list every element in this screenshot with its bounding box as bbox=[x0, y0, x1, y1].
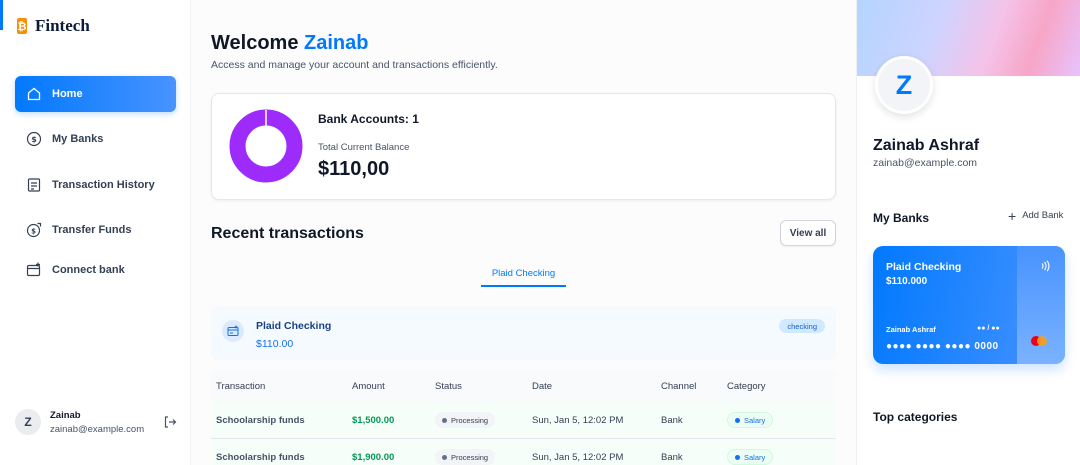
sidebar-item-label: Home bbox=[52, 88, 83, 100]
page-subtitle: Access and manage your account and trans… bbox=[211, 59, 498, 71]
profile-avatar[interactable]: Z bbox=[875, 56, 933, 114]
category-text: Salary bbox=[744, 452, 766, 462]
card-number: ●●●● ●●●● ●●●● 0000 bbox=[886, 341, 999, 352]
transaction-date: Sun, Jan 5, 12:02 PM bbox=[532, 414, 624, 426]
money-send-icon: $ bbox=[26, 222, 42, 238]
svg-text:₿: ₿ bbox=[18, 20, 27, 33]
view-all-button[interactable]: View all bbox=[780, 220, 836, 246]
column-header-channel: Channel bbox=[661, 380, 697, 392]
category-badge: Salary bbox=[727, 412, 774, 428]
sidebar-item-home[interactable]: Home bbox=[15, 76, 176, 112]
table-row[interactable]: Schoolarship funds $1,900.00 Processing … bbox=[211, 439, 836, 465]
column-header-transaction: Transaction bbox=[216, 380, 266, 392]
card-expiry: ●● / ●● bbox=[977, 325, 1000, 332]
home-icon bbox=[27, 87, 41, 101]
right-sidebar: Z Zainab Ashraf zainab@example.com My Ba… bbox=[856, 0, 1080, 465]
add-bank-button[interactable]: + Add Bank bbox=[1008, 207, 1064, 224]
transaction-amount: $1,900.00 bbox=[352, 451, 395, 463]
logo-text: Fintech bbox=[35, 16, 90, 35]
transaction-amount: $1,500.00 bbox=[352, 414, 395, 426]
recent-transactions-title: Recent transactions bbox=[211, 225, 364, 242]
user-info: Zainab zainab@example.com bbox=[50, 410, 154, 435]
card-bank-name: Plaid Checking bbox=[886, 261, 962, 273]
sidebar: ₿ Fintech Home $ My Banks Transaction Hi… bbox=[0, 0, 191, 465]
card-balance: $110.000 bbox=[886, 276, 928, 287]
table-row[interactable]: Schoolarship funds $1,500.00 Processing … bbox=[211, 402, 836, 439]
status-badge: Processing bbox=[435, 449, 496, 465]
table-header: Transaction Amount Status Date Channel C… bbox=[211, 370, 836, 402]
transaction-name: Schoolarship funds bbox=[216, 451, 305, 463]
column-header-amount: Amount bbox=[352, 380, 385, 392]
greeting-text: Welcome bbox=[211, 32, 299, 54]
logout-icon[interactable] bbox=[163, 415, 177, 429]
user-name: Zainab bbox=[50, 409, 81, 421]
svg-text:$: $ bbox=[31, 228, 36, 236]
bank-card[interactable]: Plaid Checking $110.000 Zainab Ashraf ●●… bbox=[873, 246, 1065, 364]
sidebar-item-connect-bank[interactable]: Connect bank bbox=[15, 252, 176, 288]
status-cell: Processing bbox=[435, 449, 532, 465]
sidebar-user-footer: Z Zainab zainab@example.com bbox=[15, 404, 180, 440]
card-holder-name: Zainab Ashraf bbox=[886, 325, 936, 334]
total-balance-value: $110,00 bbox=[318, 158, 390, 180]
add-bank-label: Add Bank bbox=[1022, 210, 1064, 221]
status-dot bbox=[442, 417, 447, 423]
category-text: Salary bbox=[744, 415, 766, 425]
main-content: Welcome Zainab Access and manage your ac… bbox=[191, 0, 856, 465]
dollar-circle-icon: $ bbox=[26, 131, 42, 147]
transaction-channel: Bank bbox=[661, 414, 683, 426]
transaction-date: Sun, Jan 5, 12:02 PM bbox=[532, 451, 624, 463]
plus-icon: + bbox=[1008, 207, 1017, 224]
sidebar-item-label: Transfer Funds bbox=[52, 224, 132, 236]
avatar[interactable]: Z bbox=[15, 409, 41, 435]
top-accent-bar bbox=[0, 0, 3, 30]
profile-email: zainab@example.com bbox=[873, 157, 978, 169]
tab-plaid-checking[interactable]: Plaid Checking bbox=[481, 262, 566, 287]
column-header-date: Date bbox=[532, 380, 553, 392]
transaction-name: Schoolarship funds bbox=[216, 414, 305, 426]
profile-name: Zainab Ashraf bbox=[873, 137, 980, 154]
sidebar-item-label: My Banks bbox=[52, 133, 104, 145]
sidebar-item-label: Transaction History bbox=[52, 179, 155, 191]
receipt-icon bbox=[27, 178, 41, 192]
bank-name: Plaid Checking bbox=[256, 320, 332, 332]
bank-icon bbox=[222, 320, 244, 342]
sidebar-item-transfer-funds[interactable]: $ Transfer Funds bbox=[15, 212, 176, 248]
top-categories-title: Top categories bbox=[873, 410, 958, 424]
svg-text:$: $ bbox=[31, 135, 37, 144]
category-dot bbox=[735, 454, 740, 460]
status-dot bbox=[442, 454, 447, 460]
status-badge: Processing bbox=[435, 412, 496, 428]
category-cell: Salary bbox=[727, 449, 836, 465]
status-text: Processing bbox=[451, 452, 489, 462]
category-dot bbox=[735, 417, 740, 423]
total-balance-label: Total Current Balance bbox=[318, 142, 410, 153]
bitcoin-logo-icon: ₿ bbox=[17, 18, 27, 34]
account-type-badge: checking bbox=[779, 319, 825, 333]
category-cell: Salary bbox=[727, 412, 836, 428]
my-banks-title: My Banks bbox=[873, 211, 930, 225]
contactless-icon bbox=[1041, 260, 1050, 272]
column-header-category: Category bbox=[727, 380, 766, 392]
bank-info-card[interactable]: Plaid Checking $110.00 checking bbox=[211, 306, 836, 360]
sidebar-item-my-banks[interactable]: $ My Banks bbox=[15, 121, 176, 157]
bank-accounts-count: Bank Accounts: 1 bbox=[318, 112, 419, 126]
logo[interactable]: ₿ Fintech bbox=[15, 16, 90, 36]
mastercard-icon bbox=[1031, 336, 1047, 346]
status-cell: Processing bbox=[435, 412, 532, 428]
card-add-icon bbox=[26, 262, 41, 277]
category-badge: Salary bbox=[727, 449, 774, 465]
transaction-channel: Bank bbox=[661, 451, 683, 463]
greeting-name: Zainab bbox=[304, 32, 369, 54]
balance-donut-chart bbox=[229, 109, 303, 183]
sidebar-item-transaction-history[interactable]: Transaction History bbox=[15, 167, 176, 203]
user-email: zainab@example.com bbox=[50, 423, 145, 435]
transactions-table: Transaction Amount Status Date Channel C… bbox=[211, 370, 836, 465]
page-title: Welcome Zainab bbox=[211, 32, 368, 55]
total-balance-card: Bank Accounts: 1 Total Current Balance $… bbox=[211, 93, 836, 200]
column-header-status: Status bbox=[435, 380, 462, 392]
sidebar-item-label: Connect bank bbox=[52, 264, 125, 276]
status-text: Processing bbox=[451, 415, 489, 425]
bank-balance: $110.00 bbox=[256, 338, 294, 350]
